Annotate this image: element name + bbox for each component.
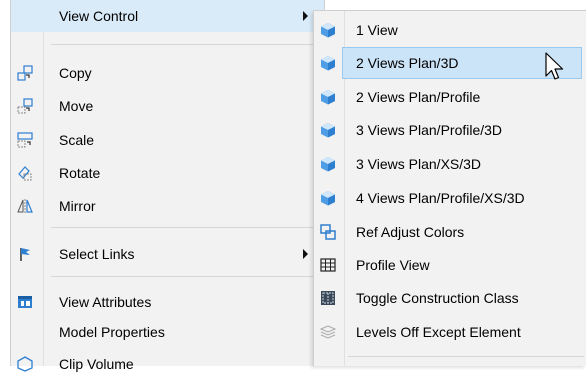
menu-item-label: View Control [59, 8, 139, 24]
scale-icon [17, 132, 33, 148]
menu-item-label: 2 Views Plan/3D [356, 55, 459, 71]
menu-item-label: Select Links [59, 246, 135, 262]
toggle-construction-class-icon [320, 290, 336, 306]
menu-item-move[interactable]: Move [11, 90, 324, 122]
menu-item-label: Profile View [356, 257, 430, 273]
copy-icon [17, 65, 33, 81]
submenu-arrow-icon [303, 11, 308, 21]
view-attributes-icon [17, 294, 33, 310]
menu-item-label: Scale [59, 132, 95, 148]
submenu-item-toggle-construction-class[interactable]: Toggle Construction Class [314, 282, 586, 314]
menu-item-label: 4 Views Plan/Profile/XS/3D [356, 190, 525, 206]
menu-item-label: 2 Views Plan/Profile [356, 89, 481, 105]
menu-separator [51, 44, 322, 45]
menu-item-label: Model Properties [59, 324, 165, 340]
cube-icon [320, 122, 336, 138]
submenu-item-profile-view[interactable]: Profile View [314, 249, 586, 281]
profile-view-icon [320, 257, 336, 273]
levels-off-icon [320, 324, 336, 340]
menu-item-select-links[interactable]: Select Links [11, 238, 324, 270]
menu-separator [348, 356, 584, 357]
menu-item-view-control[interactable]: View Control [11, 0, 324, 32]
menu-item-label: Levels Off Except Element [356, 324, 521, 340]
menu-item-label: Move [59, 98, 94, 114]
menu-item-clip-volume[interactable]: Clip Volume [11, 348, 324, 380]
cube-icon [320, 156, 336, 172]
menu-item-label: Mirror [59, 198, 96, 214]
submenu-item-1-view[interactable]: 1 View [314, 14, 586, 46]
move-icon [17, 98, 33, 114]
menu-item-label: 3 Views Plan/XS/3D [356, 156, 482, 172]
submenu-item-levels-off-except-element[interactable]: Levels Off Except Element [314, 316, 586, 348]
menu-item-label: 1 View [356, 22, 398, 38]
menu-item-label: View Attributes [59, 294, 152, 310]
menu-separator [51, 276, 322, 277]
menu-item-label: Ref Adjust Colors [356, 224, 465, 240]
cube-icon [320, 89, 336, 105]
cube-icon [320, 55, 336, 71]
menu-item-model-properties[interactable]: Model Properties [11, 316, 324, 348]
menu-item-label: Rotate [59, 165, 101, 181]
menu-item-label: Toggle Construction Class [356, 290, 519, 306]
context-menu: View Control Copy Move Scale Rotate Mirr… [10, 0, 325, 372]
menu-item-rotate[interactable]: Rotate [11, 157, 324, 189]
mirror-icon [17, 198, 33, 214]
ref-adjust-colors-icon [320, 224, 336, 240]
clip-volume-icon [17, 356, 33, 372]
menu-item-view-attributes[interactable]: View Attributes [11, 286, 324, 318]
menu-item-label: Clip Volume [59, 356, 134, 372]
submenu-item-4-views-plan-profile-xs-3d[interactable]: 4 Views Plan/Profile/XS/3D [314, 182, 586, 214]
cube-icon [320, 22, 336, 38]
submenu-item-ref-adjust-colors[interactable]: Ref Adjust Colors [314, 216, 586, 248]
flag-icon [17, 246, 33, 262]
menu-item-label: Copy [59, 65, 92, 81]
submenu-item-3-views-plan-xs-3d[interactable]: 3 Views Plan/XS/3D [314, 148, 586, 180]
menu-item-scale[interactable]: Scale [11, 124, 324, 156]
rotate-icon [17, 165, 33, 181]
menu-item-copy[interactable]: Copy [11, 57, 324, 89]
menu-separator [51, 227, 322, 228]
menu-item-mirror[interactable]: Mirror [11, 190, 324, 222]
menu-item-label: 3 Views Plan/Profile/3D [356, 122, 503, 138]
submenu-item-3-views-plan-profile-3d[interactable]: 3 Views Plan/Profile/3D [314, 114, 586, 146]
cube-icon [320, 190, 336, 206]
submenu-arrow-icon [303, 249, 308, 259]
mouse-pointer-icon [544, 52, 568, 86]
